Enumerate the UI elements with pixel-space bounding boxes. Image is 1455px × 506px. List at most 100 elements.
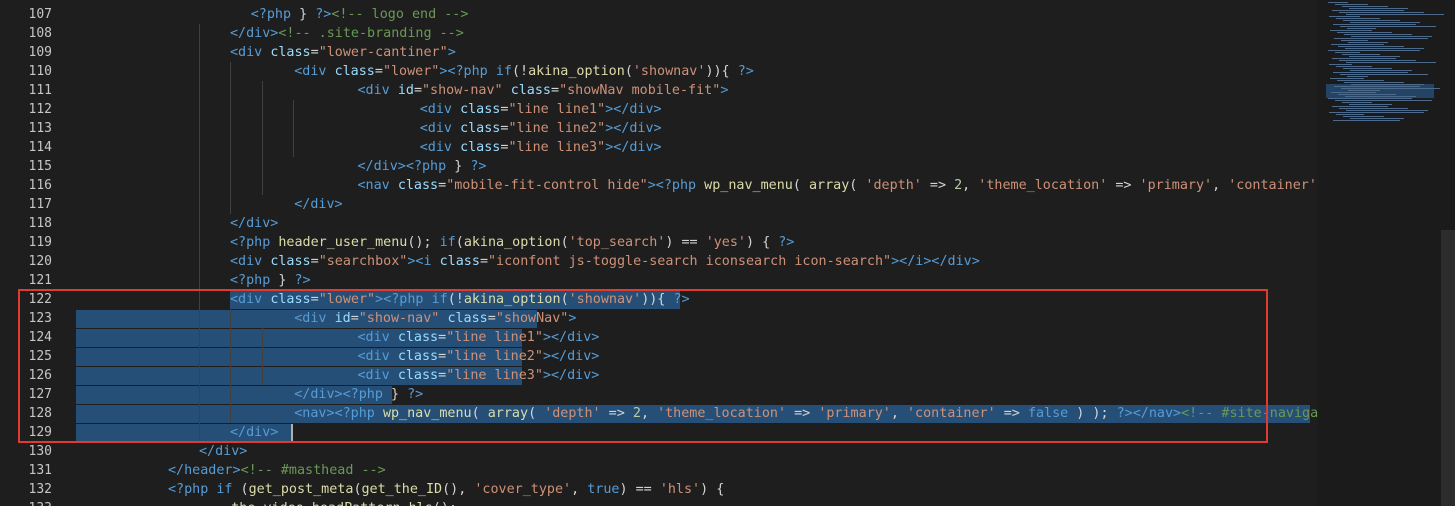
code-token: ?> bbox=[673, 292, 690, 307]
code-token: "show-nav" bbox=[422, 83, 503, 98]
minimap-line bbox=[1339, 60, 1416, 61]
minimap-line bbox=[1349, 104, 1392, 105]
indent-guide bbox=[199, 404, 200, 423]
code-token: , bbox=[640, 406, 658, 421]
code-editor[interactable]: 107 <?php } ?><!-- logo end --> 108 </div>… bbox=[0, 0, 1318, 506]
code-line[interactable]: 131 </header><!-- #masthead --> bbox=[0, 461, 1318, 480]
indent-guide bbox=[230, 176, 231, 195]
code-token: </header> bbox=[168, 463, 241, 478]
code-token: </div> bbox=[230, 26, 279, 41]
code-token: <!-- .site-branding --> bbox=[278, 26, 464, 41]
minimap-line bbox=[1351, 84, 1424, 85]
code-line[interactable]: 127 </div><?php } ?> bbox=[0, 385, 1318, 404]
indent-guide bbox=[199, 423, 200, 442]
code-token: "showNav mobile-fit" bbox=[559, 83, 721, 98]
code-line[interactable]: 107 <?php } ?><!-- logo end --> bbox=[0, 5, 1318, 24]
code-token: > bbox=[647, 178, 656, 193]
minimap-line bbox=[1332, 10, 1404, 11]
code-line[interactable]: 132 <?php if (get_post_meta(get_the_ID(),… bbox=[0, 480, 1318, 499]
code-line[interactable]: 121 <?php } ?> bbox=[0, 271, 1318, 290]
minimap-line bbox=[1338, 94, 1396, 95]
minimap-line bbox=[1337, 80, 1384, 81]
code-token: ?> bbox=[778, 235, 795, 250]
code-token: } bbox=[270, 273, 295, 288]
text-cursor bbox=[291, 424, 293, 441]
code-line[interactable]: 117 </div> bbox=[0, 195, 1318, 214]
code-line[interactable]: 119 <?php header_user_menu(); if(akina_op… bbox=[0, 233, 1318, 252]
code-line[interactable]: 133 the_video_headPattern_hls(); bbox=[0, 499, 1318, 506]
code-line[interactable]: 120 <div class="searchbox"><i class="icon… bbox=[0, 252, 1318, 271]
minimap-line bbox=[1330, 30, 1372, 31]
minimap-line bbox=[1344, 82, 1404, 83]
code-line[interactable]: 123 <div id="show-nav" class="showNav"> bbox=[0, 309, 1318, 328]
code-text: <?php } ?> bbox=[230, 271, 311, 290]
indent-guide bbox=[230, 328, 231, 347]
code-line[interactable]: 113 <div class="line line2"></div> bbox=[0, 119, 1318, 138]
code-line[interactable]: 122 <div class="lower"><?php if(!akina_op… bbox=[0, 290, 1318, 309]
code-line[interactable]: 128 <nav><?php wp_nav_menu( array( 'dept… bbox=[0, 404, 1318, 423]
code-line[interactable]: 114 <div class="line line3"></div> bbox=[0, 138, 1318, 157]
code-text: <div id="show-nav" class="showNav"> bbox=[262, 309, 576, 328]
code-token: </div> bbox=[294, 197, 343, 212]
code-token: ?> bbox=[737, 64, 754, 79]
code-token: 'depth' bbox=[865, 178, 922, 193]
code-token: </div> bbox=[357, 159, 406, 174]
code-token: ) ); bbox=[1068, 406, 1117, 421]
code-token: akina_option bbox=[463, 292, 561, 307]
minimap-line bbox=[1335, 52, 1360, 53]
line-number: 130 bbox=[28, 444, 52, 459]
code-line[interactable]: 111 <div id="show-nav" class="showNav mo… bbox=[0, 81, 1318, 100]
code-token: "lower" bbox=[318, 292, 376, 307]
minimap[interactable] bbox=[1318, 0, 1455, 506]
code-line[interactable]: 129 </div> bbox=[0, 423, 1318, 442]
vertical-scrollbar[interactable] bbox=[1441, 230, 1455, 506]
indent-guide bbox=[199, 119, 200, 138]
code-token: ></i></div> bbox=[891, 254, 980, 269]
code-line[interactable]: 110 <div class="lower"><?php if(!akina_o… bbox=[0, 62, 1318, 81]
indent-guide bbox=[262, 328, 263, 347]
code-token: } bbox=[446, 159, 471, 174]
indent-guide bbox=[199, 347, 200, 366]
code-token: <div bbox=[419, 140, 452, 155]
code-line[interactable]: 124 <div class="line line1"></div> bbox=[0, 328, 1318, 347]
indent-guide bbox=[230, 309, 231, 328]
code-line[interactable]: 116 <nav class="mobile-fit-control hide"… bbox=[0, 176, 1318, 195]
code-token: (! bbox=[511, 64, 529, 79]
code-token: if bbox=[216, 482, 233, 497]
code-line[interactable]: 108 </div><!-- .site-branding --> bbox=[0, 24, 1318, 43]
indent-guide bbox=[199, 195, 200, 214]
line-number: 123 bbox=[28, 311, 52, 326]
line-number: 117 bbox=[28, 197, 52, 212]
code-token: <div bbox=[230, 254, 263, 269]
code-line[interactable]: 109 <div class="lower-cantiner"> bbox=[0, 43, 1318, 62]
code-token: <?php bbox=[230, 235, 271, 250]
code-token: "show-nav" bbox=[358, 311, 440, 326]
minimap-line bbox=[1330, 78, 1364, 79]
minimap-line bbox=[1333, 120, 1400, 121]
indent-guide bbox=[199, 24, 200, 43]
code-token: the_video_headPattern_hls bbox=[231, 501, 433, 506]
code-token: ( bbox=[792, 178, 809, 193]
minimap-line bbox=[1350, 22, 1420, 23]
code-line[interactable]: 112 <div class="line line1"></div> bbox=[0, 100, 1318, 119]
code-line[interactable]: 118 </div> bbox=[0, 214, 1318, 233]
code-token: 'depth' bbox=[544, 406, 601, 421]
code-line[interactable]: 130 </div> bbox=[0, 442, 1318, 461]
indent-guide bbox=[199, 271, 200, 290]
line-number: 107 bbox=[28, 7, 52, 22]
code-token: = bbox=[413, 83, 422, 98]
code-token: class bbox=[439, 254, 480, 269]
code-text: <div class="line line2"></div> bbox=[323, 119, 662, 138]
indent-guide bbox=[230, 195, 231, 214]
code-line[interactable]: 125 <div class="line line2"></div> bbox=[0, 347, 1318, 366]
code-line[interactable]: 126 <div class="line line3"></div> bbox=[0, 366, 1318, 385]
code-line[interactable]: 115 </div><?php } ?> bbox=[0, 157, 1318, 176]
indent-guide bbox=[230, 119, 231, 138]
